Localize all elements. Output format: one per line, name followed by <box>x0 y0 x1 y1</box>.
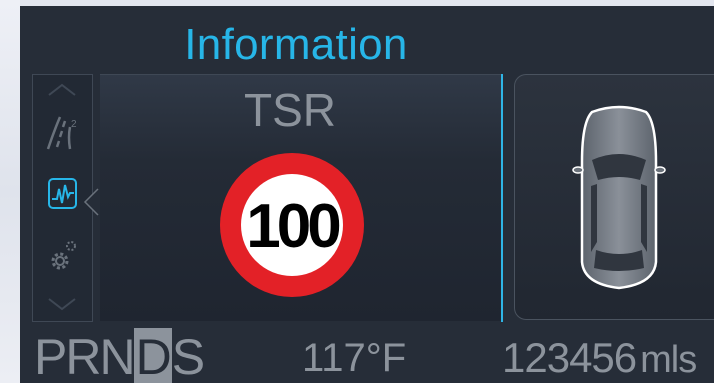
tsr-panel: TSR 100 <box>100 74 571 321</box>
lane-assist-icon: 2 <box>46 116 77 150</box>
settings-gear-icon <box>51 241 76 270</box>
odometer-value: 123456 <box>502 334 637 381</box>
sidebar-item-settings[interactable] <box>46 237 80 275</box>
outside-temperature: 117°F <box>302 336 407 380</box>
gear-s: S <box>171 329 205 383</box>
gear-p: P <box>34 329 67 383</box>
performance-graph-icon <box>48 178 77 209</box>
selection-pointer-icon <box>83 188 99 216</box>
gear-n: N <box>99 329 135 383</box>
panel-accent-line <box>501 74 503 322</box>
sidebar-item-lane-assist[interactable]: 2 <box>46 113 80 151</box>
speed-limit-value: 100 <box>246 192 339 261</box>
infotainment-screen: Information 2 TSR 100 PRNDS 117°F 123456… <box>20 6 714 383</box>
background-edge <box>0 0 20 383</box>
car-top-view-icon <box>572 105 666 290</box>
odometer: 123456 mls <box>502 334 697 382</box>
gear-r: R <box>65 329 101 383</box>
chevron-down-icon[interactable] <box>47 297 77 311</box>
panel-title: TSR <box>244 84 336 136</box>
odometer-unit: mls <box>640 339 697 381</box>
chevron-up-icon[interactable] <box>47 83 77 97</box>
screen-title: Information <box>184 20 408 69</box>
status-bar: PRNDS 117°F 123456 mls <box>20 324 714 383</box>
lane-assist-superscript: 2 <box>71 119 77 130</box>
sidebar-item-performance[interactable] <box>46 175 80 213</box>
gear-selector: PRNDS <box>34 328 205 383</box>
gear-d: D <box>133 328 172 383</box>
speed-limit-sign: 100 <box>220 153 364 297</box>
